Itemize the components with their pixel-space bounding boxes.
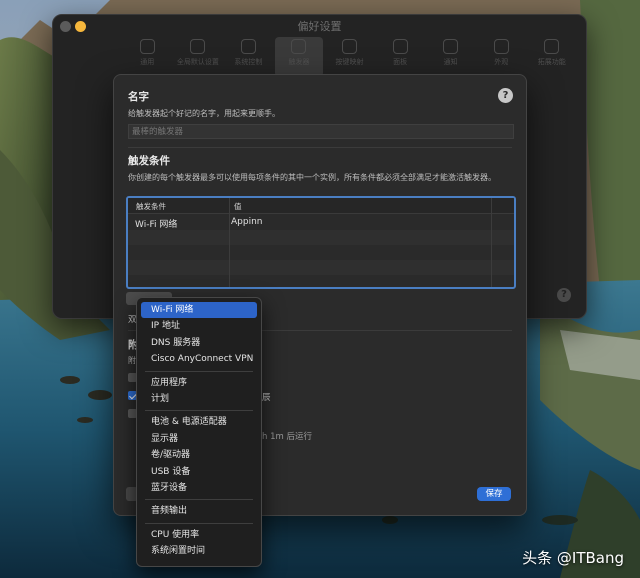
toolbar-extensions[interactable]: 拓展功能 <box>528 37 577 77</box>
name-section-description: 给触发器起个好记的名字，用起来更顺手。 <box>128 109 280 118</box>
condition-type-menu: Wi-Fi 网络 IP 地址 DNS 服务器 Cisco AnyConnect … <box>136 297 262 567</box>
table-header: 触发条件 值 <box>128 198 514 214</box>
menu-item-application[interactable]: 应用程序 <box>141 375 257 391</box>
toolbar-label: 通知 <box>443 58 458 66</box>
watermark: 头条 @ITBang <box>522 549 624 567</box>
name-section-title: 名字 <box>128 91 149 103</box>
table-row-empty[interactable] <box>128 230 514 245</box>
menu-item-schedule[interactable]: 计划 <box>141 391 257 407</box>
toolbar-system-control[interactable]: 系统控制 <box>224 37 273 77</box>
toolbar-general[interactable]: 通用 <box>123 37 172 77</box>
menu-item-audio-output[interactable]: 音频输出 <box>141 503 257 519</box>
keyboard-icon <box>342 39 358 54</box>
menu-item-bluetooth[interactable]: 蓝牙设备 <box>141 480 257 496</box>
toolbar-appearance[interactable]: 外观 <box>477 37 526 77</box>
toolbar-global-defaults[interactable]: 全局默认设置 <box>174 37 223 77</box>
column-divider <box>491 198 492 287</box>
menu-separator <box>145 499 253 501</box>
preferences-toolbar: 通用 全局默认设置 系统控制 触发器 按键映射 面板 通知 外观 拓展功能 <box>123 37 576 77</box>
menu-separator <box>145 410 253 412</box>
menu-item-display[interactable]: 显示器 <box>141 431 257 447</box>
trigger-name-input[interactable] <box>128 124 514 139</box>
column-header-value[interactable]: 值 <box>234 201 242 212</box>
menu-separator <box>145 370 253 372</box>
save-button[interactable]: 保存 <box>477 487 511 501</box>
toolbar-label: 按键映射 <box>335 58 364 66</box>
column-divider <box>229 198 230 287</box>
menu-item-wifi[interactable]: Wi-Fi 网络 <box>141 302 257 319</box>
conditions-table[interactable]: 触发条件 值 Wi-Fi 网络 Appinn <box>126 196 516 289</box>
globe-icon <box>190 39 206 54</box>
toolbar-label: 系统控制 <box>234 58 263 66</box>
trigger-icon <box>291 39 307 54</box>
menu-item-cpu-usage[interactable]: CPU 使用率 <box>141 527 257 543</box>
general-icon <box>139 39 155 54</box>
toolbar-label: 触发器 <box>288 58 310 66</box>
toolbar-label: 全局默认设置 <box>176 58 219 66</box>
menu-item-dns-server[interactable]: DNS 服务器 <box>141 335 257 351</box>
menu-item-battery[interactable]: 电池 & 电源适配器 <box>141 414 257 430</box>
help-button[interactable]: ? <box>498 88 513 103</box>
table-row[interactable]: Wi-Fi 网络 Appinn <box>128 215 514 230</box>
toolbar-label: 面板 <box>393 58 408 66</box>
gear-icon <box>240 39 256 54</box>
toolbar-key-mapping[interactable]: 按键映射 <box>325 37 374 77</box>
appearance-icon <box>493 39 509 54</box>
title-bar: 偏好设置 <box>53 15 586 35</box>
chart-icon <box>544 39 560 54</box>
panel-icon <box>392 39 408 54</box>
conditions-section-description: 你创建的每个触发器最多可以使用每项条件的其中一个实例，所有条件都必须全部满足才能… <box>128 173 496 182</box>
toolbar-label: 拓展功能 <box>537 58 566 66</box>
prefs-help-button[interactable]: ? <box>557 288 571 302</box>
toolbar-triggers[interactable]: 触发器 <box>274 37 324 77</box>
delay-label: h 1m 后运行 <box>262 432 312 442</box>
table-row-empty[interactable] <box>128 260 514 275</box>
divider <box>128 147 512 148</box>
menu-item-usb[interactable]: USB 设备 <box>141 464 257 480</box>
table-row-empty[interactable] <box>128 245 514 260</box>
toolbar-notifications[interactable]: 通知 <box>426 37 475 77</box>
column-header-condition[interactable]: 触发条件 <box>136 201 166 212</box>
menu-item-volume[interactable]: 卷/驱动器 <box>141 447 257 463</box>
actions-section-description: 附 <box>128 356 136 365</box>
menu-separator <box>145 522 253 524</box>
menu-item-cisco-vpn[interactable]: Cisco AnyConnect VPN <box>141 351 257 367</box>
condition-cell: Wi-Fi 网络 <box>135 220 178 230</box>
toolbar-panels[interactable]: 面板 <box>376 37 425 77</box>
bell-icon <box>443 39 459 54</box>
window-title: 偏好设置 <box>297 20 342 33</box>
toolbar-label: 通用 <box>140 58 155 66</box>
menu-item-ip-address[interactable]: IP 地址 <box>141 318 257 334</box>
menu-item-idle-time[interactable]: 系统闲置时间 <box>141 543 257 559</box>
conditions-section-title: 触发条件 <box>128 155 170 167</box>
value-cell: Appinn <box>231 217 263 227</box>
toolbar-label: 外观 <box>494 58 509 66</box>
option-label-tail: 辰 <box>262 393 271 403</box>
